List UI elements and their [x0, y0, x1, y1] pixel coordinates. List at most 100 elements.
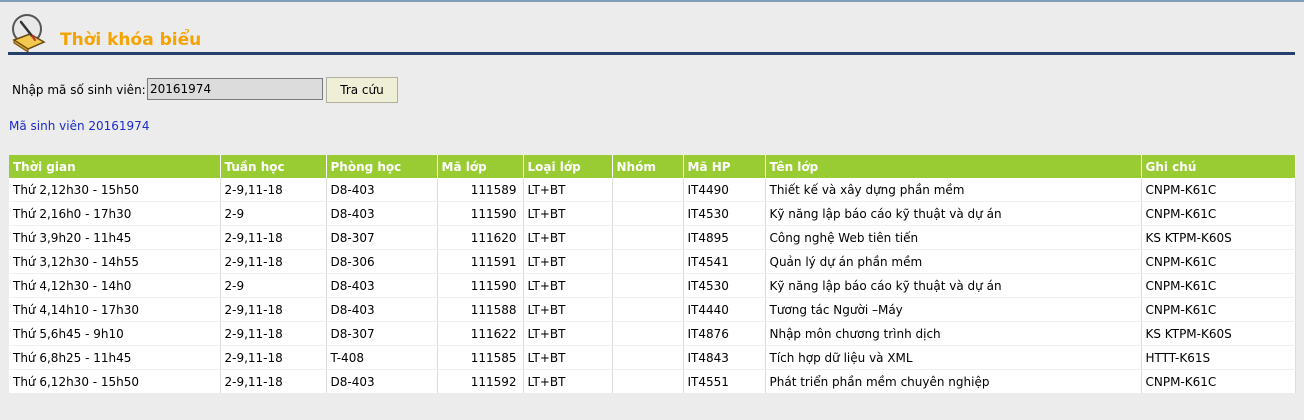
cell-class-code: 111585	[437, 345, 524, 370]
cell-time: Thứ 3,12h30 - 14h55	[9, 249, 221, 274]
cell-room: D8-403	[326, 297, 438, 322]
cell-group	[612, 369, 684, 393]
cell-group	[612, 225, 684, 250]
cell-class-code: 111590	[437, 201, 524, 226]
cell-weeks: 2-9	[220, 201, 327, 226]
cell-class-code: 111591	[437, 249, 524, 274]
col-header-time: Thời gian	[9, 155, 221, 178]
cell-course-code: IT4530	[683, 273, 766, 298]
cell-notes: KS KTPM-K60S	[1141, 225, 1296, 250]
cell-weeks: 2-9	[220, 273, 327, 298]
cell-time: Thứ 5,6h45 - 9h10	[9, 321, 221, 346]
cell-course-code: IT4530	[683, 201, 766, 226]
cell-class-name: Công nghệ Web tiên tiến	[765, 225, 1142, 250]
cell-room: D8-403	[326, 201, 438, 226]
cell-group	[612, 201, 684, 226]
top-border	[0, 0, 1304, 2]
col-header-room: Phòng học	[326, 155, 438, 178]
table-row: Thứ 3,12h30 - 14h55 2-9,11-18 D8-306 111591…	[9, 249, 1296, 274]
cell-group	[612, 345, 684, 370]
cell-room: D8-306	[326, 249, 438, 274]
cell-class-code: 111592	[437, 369, 524, 393]
table-row: Thứ 2,12h30 - 15h50 2-9,11-18 D8-403 111589…	[9, 178, 1296, 202]
cell-class-type: LT+BT	[523, 225, 613, 250]
cell-weeks: 2-9,11-18	[220, 369, 327, 393]
cell-notes: CNPM-K61C	[1141, 178, 1296, 202]
cell-room: D8-403	[326, 178, 438, 202]
student-id-input[interactable]	[147, 78, 323, 100]
cell-time: Thứ 3,9h20 - 11h45	[9, 225, 221, 250]
cell-course-code: IT4541	[683, 249, 766, 274]
cell-class-name: Nhập môn chương trình dịch	[765, 321, 1142, 346]
cell-course-code: IT4876	[683, 321, 766, 346]
cell-notes: CNPM-K61C	[1141, 273, 1296, 298]
cell-group	[612, 321, 684, 346]
cell-time: Thứ 4,12h30 - 14h0	[9, 273, 221, 298]
cell-weeks: 2-9,11-18	[220, 297, 327, 322]
cell-weeks: 2-9,11-18	[220, 225, 327, 250]
book-icon	[8, 12, 48, 53]
cell-class-type: LT+BT	[523, 321, 613, 346]
timetable: Thời gian Tuần học Phòng học Mã lớp Loại…	[9, 155, 1296, 393]
cell-time: Thứ 4,14h10 - 17h30	[9, 297, 221, 322]
cell-notes: CNPM-K61C	[1141, 297, 1296, 322]
cell-class-code: 111622	[437, 321, 524, 346]
cell-class-name: Tích hợp dữ liệu và XML	[765, 345, 1142, 370]
cell-group	[612, 249, 684, 274]
cell-notes: CNPM-K61C	[1141, 201, 1296, 226]
cell-time: Thứ 2,16h0 - 17h30	[9, 201, 221, 226]
cell-class-name: Kỹ năng lập báo cáo kỹ thuật và dự án	[765, 273, 1142, 298]
cell-notes: CNPM-K61C	[1141, 249, 1296, 274]
cell-notes: HTTT-K61S	[1141, 345, 1296, 370]
title-divider	[8, 52, 1295, 55]
cell-group	[612, 297, 684, 322]
table-body: Thứ 2,12h30 - 15h50 2-9,11-18 D8-403 111589…	[9, 178, 1296, 393]
cell-course-code: IT4895	[683, 225, 766, 250]
cell-room: D8-307	[326, 225, 438, 250]
cell-room: D8-403	[326, 273, 438, 298]
table-row: Thứ 4,12h30 - 14h0 2-9 D8-403 111590 LT+BT IT…	[9, 273, 1296, 298]
col-header-class-name: Tên lớp	[765, 155, 1142, 178]
student-id-caption: Mã sinh viên 20161974	[9, 119, 150, 133]
cell-class-type: LT+BT	[523, 201, 613, 226]
cell-class-type: LT+BT	[523, 178, 613, 202]
cell-class-name: Quản lý dự án phần mềm	[765, 249, 1142, 274]
cell-class-name: Thiết kế và xây dựng phần mềm	[765, 178, 1142, 202]
cell-class-type: LT+BT	[523, 345, 613, 370]
col-header-class-code: Mã lớp	[437, 155, 524, 178]
student-id-label: Nhập mã số sinh viên:	[12, 83, 146, 97]
table-row: Thứ 6,8h25 - 11h45 2-9,11-18 T-408 111585 LT…	[9, 345, 1296, 370]
cell-notes: CNPM-K61C	[1141, 369, 1296, 393]
cell-room: D8-307	[326, 321, 438, 346]
table-row: Thứ 3,9h20 - 11h45 2-9,11-18 D8-307 111620 L…	[9, 225, 1296, 250]
col-header-notes: Ghi chú	[1141, 155, 1296, 178]
col-header-course-code: Mã HP	[683, 155, 766, 178]
cell-time: Thứ 6,12h30 - 15h50	[9, 369, 221, 393]
table-header-row: Thời gian Tuần học Phòng học Mã lớp Loại…	[9, 155, 1296, 178]
cell-course-code: IT4440	[683, 297, 766, 322]
cell-room: D8-403	[326, 369, 438, 393]
table-row: Thứ 5,6h45 - 9h10 2-9,11-18 D8-307 111622 LT…	[9, 321, 1296, 346]
cell-weeks: 2-9,11-18	[220, 178, 327, 202]
cell-class-type: LT+BT	[523, 297, 613, 322]
page-header: Thời khóa biểu	[0, 8, 1304, 58]
cell-group	[612, 178, 684, 202]
cell-group	[612, 273, 684, 298]
cell-weeks: 2-9,11-18	[220, 249, 327, 274]
cell-time: Thứ 2,12h30 - 15h50	[9, 178, 221, 202]
cell-course-code: IT4490	[683, 178, 766, 202]
cell-class-code: 111620	[437, 225, 524, 250]
cell-class-type: LT+BT	[523, 273, 613, 298]
cell-class-type: LT+BT	[523, 369, 613, 393]
search-button[interactable]: Tra cứu	[326, 77, 398, 103]
cell-class-code: 111588	[437, 297, 524, 322]
col-header-class-type: Loại lớp	[523, 155, 613, 178]
col-header-weeks: Tuần học	[220, 155, 327, 178]
cell-class-name: Phát triển phần mềm chuyên nghiệp	[765, 369, 1142, 393]
cell-weeks: 2-9,11-18	[220, 345, 327, 370]
cell-notes: KS KTPM-K60S	[1141, 321, 1296, 346]
cell-time: Thứ 6,8h25 - 11h45	[9, 345, 221, 370]
cell-course-code: IT4551	[683, 369, 766, 393]
cell-class-type: LT+BT	[523, 249, 613, 274]
cell-class-name: Tương tác Người –Máy	[765, 297, 1142, 322]
